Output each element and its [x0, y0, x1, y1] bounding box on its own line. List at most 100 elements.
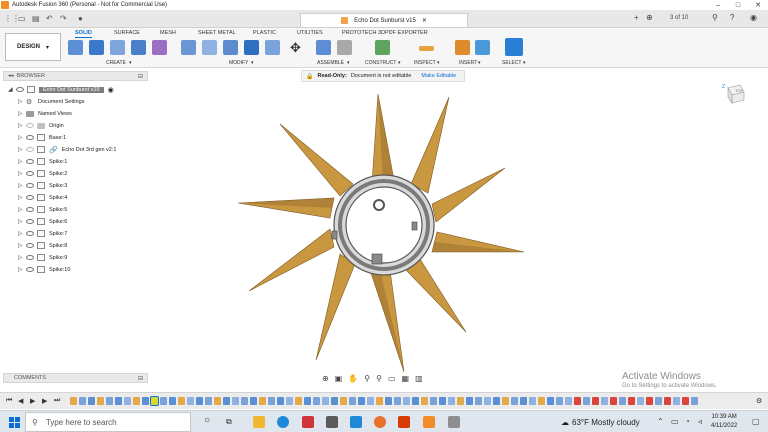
spike-5[interactable] [403, 258, 467, 333]
timeline-feature[interactable] [520, 397, 527, 405]
group-select[interactable]: SELECT [502, 60, 521, 66]
view-cube[interactable]: TOP Z [722, 82, 746, 104]
press-pull-icon[interactable] [181, 40, 196, 55]
chamfer-icon[interactable] [223, 40, 238, 55]
timeline-feature[interactable] [286, 397, 293, 405]
timeline-feature[interactable] [277, 397, 284, 405]
timeline-feature[interactable] [511, 397, 518, 405]
shell-icon[interactable] [244, 40, 259, 55]
spike-2[interactable] [410, 96, 450, 194]
close-icon[interactable]: ✕ [748, 1, 768, 9]
timeline-feature[interactable] [358, 397, 365, 405]
timeline-feature[interactable] [556, 397, 563, 405]
taskbar-clock[interactable]: 10:39 AM 4/11/2022 [711, 413, 737, 431]
edge-icon[interactable] [277, 416, 289, 428]
timeline-feature[interactable] [250, 397, 257, 405]
timeline-feature[interactable] [205, 397, 212, 405]
group-inspect[interactable]: INSPECT [414, 60, 436, 66]
volume-icon[interactable]: ◃ [698, 417, 702, 426]
timeline-feature[interactable] [106, 397, 113, 405]
browser-header[interactable]: ◂◂ BROWSER ⊟ [3, 71, 148, 81]
timeline-feature[interactable] [88, 397, 95, 405]
timeline-feature[interactable] [565, 397, 572, 405]
timeline-feature[interactable] [124, 397, 131, 405]
timeline-feature[interactable] [682, 397, 689, 405]
timeline-feature[interactable] [169, 397, 176, 405]
timeline-feature[interactable] [484, 397, 491, 405]
timeline-feature[interactable] [457, 397, 464, 405]
clip-tab-right[interactable] [411, 221, 418, 231]
timeline-feature[interactable] [592, 397, 599, 405]
timeline-feature[interactable] [331, 397, 338, 405]
minimize-icon[interactable]: – [708, 2, 728, 9]
app-taskbar-icon[interactable] [448, 416, 460, 428]
revolve-icon[interactable] [110, 40, 125, 55]
timeline-feature[interactable] [232, 397, 239, 405]
timeline-feature[interactable] [430, 397, 437, 405]
timeline-feature[interactable] [133, 397, 140, 405]
file-explorer-icon[interactable] [253, 416, 265, 428]
timeline-feature[interactable] [529, 397, 536, 405]
orbit-icon[interactable]: ⊕ [322, 374, 329, 383]
store-icon[interactable] [326, 416, 338, 428]
mail-icon[interactable] [350, 416, 362, 428]
create-dropdown-icon[interactable]: ▾ [129, 60, 132, 66]
select-dropdown-icon[interactable]: ▾ [523, 60, 526, 66]
timeline-feature[interactable] [367, 397, 374, 405]
construct-dropdown-icon[interactable]: ▾ [398, 60, 401, 66]
look-at-icon[interactable]: ▣ [335, 374, 343, 383]
timeline-feature[interactable] [70, 397, 77, 405]
timeline-feature[interactable] [502, 397, 509, 405]
redo-icon[interactable]: ↷ [60, 14, 67, 23]
timeline-feature[interactable] [214, 397, 221, 405]
timeline-feature[interactable] [439, 397, 446, 405]
comments-panel-header[interactable]: COMMENTS ⊟ [3, 373, 148, 383]
assemble-dropdown-icon[interactable]: ▾ [347, 60, 350, 66]
timeline-feature[interactable] [394, 397, 401, 405]
timeline-forward-icon[interactable]: ▶ [42, 397, 47, 405]
timeline-feature-selected[interactable] [150, 396, 159, 406]
taskbar-search-input[interactable]: ⚲ Type here to search [25, 412, 191, 432]
inspect-dropdown-icon[interactable]: ▾ [437, 60, 440, 66]
file-icon[interactable]: ▭ [18, 14, 26, 23]
browser-pin-icon[interactable]: ⊟ [138, 73, 143, 80]
group-assemble[interactable]: ASSEMBLE [317, 60, 344, 66]
timeline-feature[interactable] [466, 397, 473, 405]
weather-widget[interactable]: ☁ 63°F Mostly cloudy [561, 418, 640, 427]
timeline-feature[interactable] [178, 397, 185, 405]
undo-icon[interactable]: ↶ [46, 14, 53, 23]
timeline-feature[interactable] [547, 397, 554, 405]
timeline-feature[interactable] [385, 397, 392, 405]
tray-chevron-icon[interactable]: ⌃ [657, 417, 664, 426]
timeline-feature[interactable] [142, 397, 149, 405]
timeline-feature[interactable] [610, 397, 617, 405]
timeline-feature[interactable] [673, 397, 680, 405]
timeline-feature[interactable] [259, 397, 266, 405]
timeline-feature[interactable] [160, 397, 167, 405]
timeline-feature[interactable] [349, 397, 356, 405]
timeline-feature[interactable] [241, 397, 248, 405]
cortana-icon[interactable]: ○ [204, 415, 210, 426]
sunburst-model[interactable] [237, 93, 525, 373]
group-insert[interactable]: INSERT [459, 60, 477, 66]
data-panel-icon[interactable]: ⊕ [646, 13, 653, 22]
timeline-feature[interactable] [295, 397, 302, 405]
timeline-feature[interactable] [655, 397, 662, 405]
timeline-feature[interactable] [493, 397, 500, 405]
office-icon[interactable] [302, 416, 314, 428]
spike-3[interactable] [431, 167, 506, 223]
group-construct[interactable]: CONSTRUCT [365, 60, 396, 66]
joint-icon[interactable] [337, 40, 352, 55]
viewports-icon[interactable]: ▥ [415, 374, 423, 383]
spike-10[interactable] [279, 123, 354, 197]
timeline-feature[interactable] [601, 397, 608, 405]
timeline-feature[interactable] [187, 397, 194, 405]
spike-8[interactable] [248, 228, 335, 292]
new-component-icon[interactable] [316, 40, 331, 55]
group-modify[interactable]: MODIFY [229, 60, 248, 66]
timeline-feature[interactable] [646, 397, 653, 405]
account-icon[interactable]: ◉ [750, 13, 757, 22]
firefox-icon[interactable] [374, 416, 386, 428]
group-create[interactable]: CREATE [106, 60, 126, 66]
measure-icon[interactable] [419, 46, 434, 51]
